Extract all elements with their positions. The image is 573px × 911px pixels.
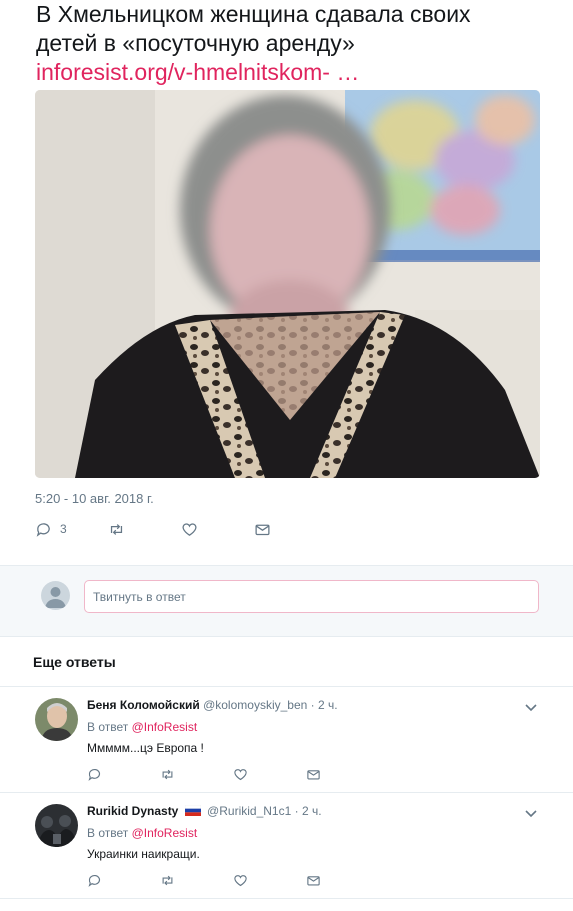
tweet-link[interactable]: inforesist.org/v-hmelnitskom- … (36, 58, 556, 87)
like-button[interactable] (181, 521, 254, 538)
reply-text: Украинки наикращи. (87, 847, 200, 861)
reply-header: Беня Коломойский @kolomoyskiy_ben · 2 ч. (87, 698, 338, 712)
reply-icon[interactable] (87, 767, 102, 782)
avatar[interactable] (35, 698, 78, 741)
mention-link[interactable]: @InfoResist (132, 720, 198, 734)
separator-dot: · (310, 698, 315, 712)
tweet-photo[interactable] (35, 90, 540, 478)
retweet-icon (110, 523, 123, 535)
separator-dot: · (294, 804, 299, 818)
reply-header: Rurikid Dynasty @Rurikid_N1c1 · 2 ч. (87, 804, 322, 818)
retweet-icon[interactable] (160, 767, 175, 782)
reply-icon (36, 522, 50, 537)
reply-time[interactable]: 2 ч. (318, 698, 338, 712)
reply-actions (87, 766, 321, 782)
divider (0, 898, 573, 899)
avatar (41, 581, 70, 610)
more-replies-title: Еще ответы (33, 654, 116, 670)
replying-prefix: В ответ (87, 826, 129, 840)
message-icon[interactable] (306, 873, 321, 888)
tweet-timestamp[interactable]: 5:20 - 10 авг. 2018 г. (35, 491, 154, 506)
retweet-icon[interactable] (160, 873, 175, 888)
tweet-text-line: детей в «посуточную аренду» (36, 30, 355, 56)
chevron-down-icon[interactable] (524, 700, 538, 714)
list-item[interactable]: Rurikid Dynasty @Rurikid_N1c1 · 2 ч. В о… (0, 792, 573, 898)
mention-link[interactable]: @InfoResist (132, 826, 198, 840)
avatar[interactable] (35, 804, 78, 847)
user-name[interactable]: Rurikid Dynasty (87, 804, 178, 818)
reply-input[interactable] (84, 580, 539, 613)
like-icon (182, 522, 197, 536)
reply-icon[interactable] (87, 873, 102, 888)
reply-button[interactable]: 3 (35, 521, 108, 538)
replying-prefix: В ответ (87, 720, 129, 734)
russia-flag-icon (184, 805, 201, 816)
reply-time[interactable]: 2 ч. (302, 804, 322, 818)
replying-to: В ответ @InfoResist (87, 720, 197, 734)
reply-count: 3 (60, 522, 67, 536)
default-avatar-icon (45, 587, 66, 608)
reply-text: Ммммм...цэ Европа ! (87, 741, 204, 755)
user-handle[interactable]: @kolomoyskiy_ben (203, 698, 307, 712)
tweet-actions: 3 (35, 517, 271, 541)
replying-to: В ответ @InfoResist (87, 826, 197, 840)
message-icon (255, 524, 270, 535)
user-handle[interactable]: @Rurikid_N1c1 (207, 804, 291, 818)
reply-actions (87, 872, 321, 888)
avatar-image (35, 804, 78, 847)
avatar-image (35, 698, 78, 741)
list-item[interactable]: Беня Коломойский @kolomoyskiy_ben · 2 ч.… (0, 686, 573, 792)
retweet-button[interactable] (108, 521, 181, 538)
tweet-text: В Хмельницком женщина сдавала своих дете… (36, 0, 556, 87)
like-icon[interactable] (233, 767, 248, 782)
like-icon[interactable] (233, 873, 248, 888)
message-icon[interactable] (306, 767, 321, 782)
reply-box (0, 565, 573, 637)
message-button[interactable] (254, 521, 271, 538)
tweet-text-line: В Хмельницком женщина сдавала своих (36, 1, 471, 27)
photo-image (35, 90, 540, 478)
user-name[interactable]: Беня Коломойский (87, 698, 200, 712)
chevron-down-icon[interactable] (524, 806, 538, 820)
